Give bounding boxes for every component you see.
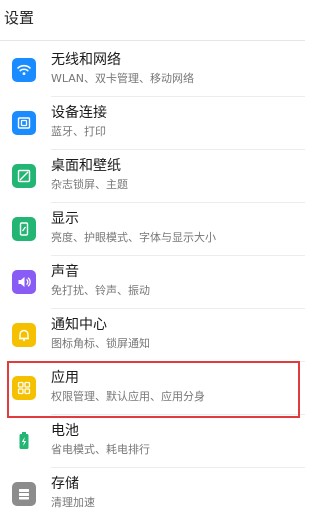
- settings-item-subtitle: 杂志锁屏、主题: [51, 178, 128, 191]
- settings-item-title: 无线和网络: [51, 52, 121, 68]
- apps-grid-icon: [12, 376, 36, 400]
- settings-item-subtitle: WLAN、双卡管理、移动网络: [51, 72, 195, 85]
- settings-item-subtitle: 蓝牙、打印: [51, 125, 106, 138]
- sound-icon: [12, 270, 36, 294]
- settings-item-wireless-network[interactable]: 无线和网络 WLAN、双卡管理、移动网络: [0, 44, 305, 97]
- header-divider: [0, 40, 305, 41]
- settings-item-title: 声音: [51, 264, 79, 280]
- settings-item-title: 设备连接: [51, 105, 107, 121]
- settings-screen: 设置 无线和网络 WLAN、双卡管理、移动网络 设备连接 蓝牙、打印 桌面和壁纸…: [0, 0, 305, 531]
- page-title: 设置: [4, 9, 35, 27]
- settings-item-subtitle: 清理加速: [51, 496, 95, 509]
- display-icon: [12, 217, 36, 241]
- settings-item-subtitle: 免打扰、铃声、振动: [51, 284, 150, 297]
- settings-item-subtitle: 亮度、护眼模式、字体与显示大小: [51, 231, 216, 244]
- settings-item-sound[interactable]: 声音 免打扰、铃声、振动: [0, 256, 305, 309]
- settings-item-title: 桌面和壁纸: [51, 158, 121, 174]
- settings-item-notification-center[interactable]: 通知中心 图标角标、锁屏通知: [0, 309, 305, 362]
- settings-item-title: 电池: [51, 423, 79, 439]
- settings-item-subtitle: 权限管理、默认应用、应用分身: [51, 390, 205, 403]
- settings-item-subtitle: 图标角标、锁屏通知: [51, 337, 150, 350]
- settings-item-title: 存储: [51, 476, 79, 492]
- settings-item-title: 应用: [51, 370, 79, 386]
- settings-item-title: 显示: [51, 211, 79, 227]
- storage-icon: [12, 482, 36, 506]
- settings-item-battery[interactable]: 电池 省电模式、耗电排行: [0, 415, 305, 468]
- settings-item-subtitle: 省电模式、耗电排行: [51, 443, 150, 456]
- settings-item-title: 通知中心: [51, 317, 107, 333]
- battery-icon: [12, 429, 36, 453]
- settings-item-desktop-wallpaper[interactable]: 桌面和壁纸 杂志锁屏、主题: [0, 150, 305, 203]
- notification-bell-icon: [12, 323, 36, 347]
- settings-item-device-connection[interactable]: 设备连接 蓝牙、打印: [0, 97, 305, 150]
- settings-item-display[interactable]: 显示 亮度、护眼模式、字体与显示大小: [0, 203, 305, 256]
- settings-item-storage[interactable]: 存储 清理加速: [0, 468, 305, 521]
- settings-item-apps[interactable]: 应用 权限管理、默认应用、应用分身: [0, 362, 305, 415]
- settings-list: 无线和网络 WLAN、双卡管理、移动网络 设备连接 蓝牙、打印 桌面和壁纸 杂志…: [0, 44, 305, 521]
- device-connection-icon: [12, 111, 36, 135]
- wifi-icon: [12, 58, 36, 82]
- wallpaper-icon: [12, 164, 36, 188]
